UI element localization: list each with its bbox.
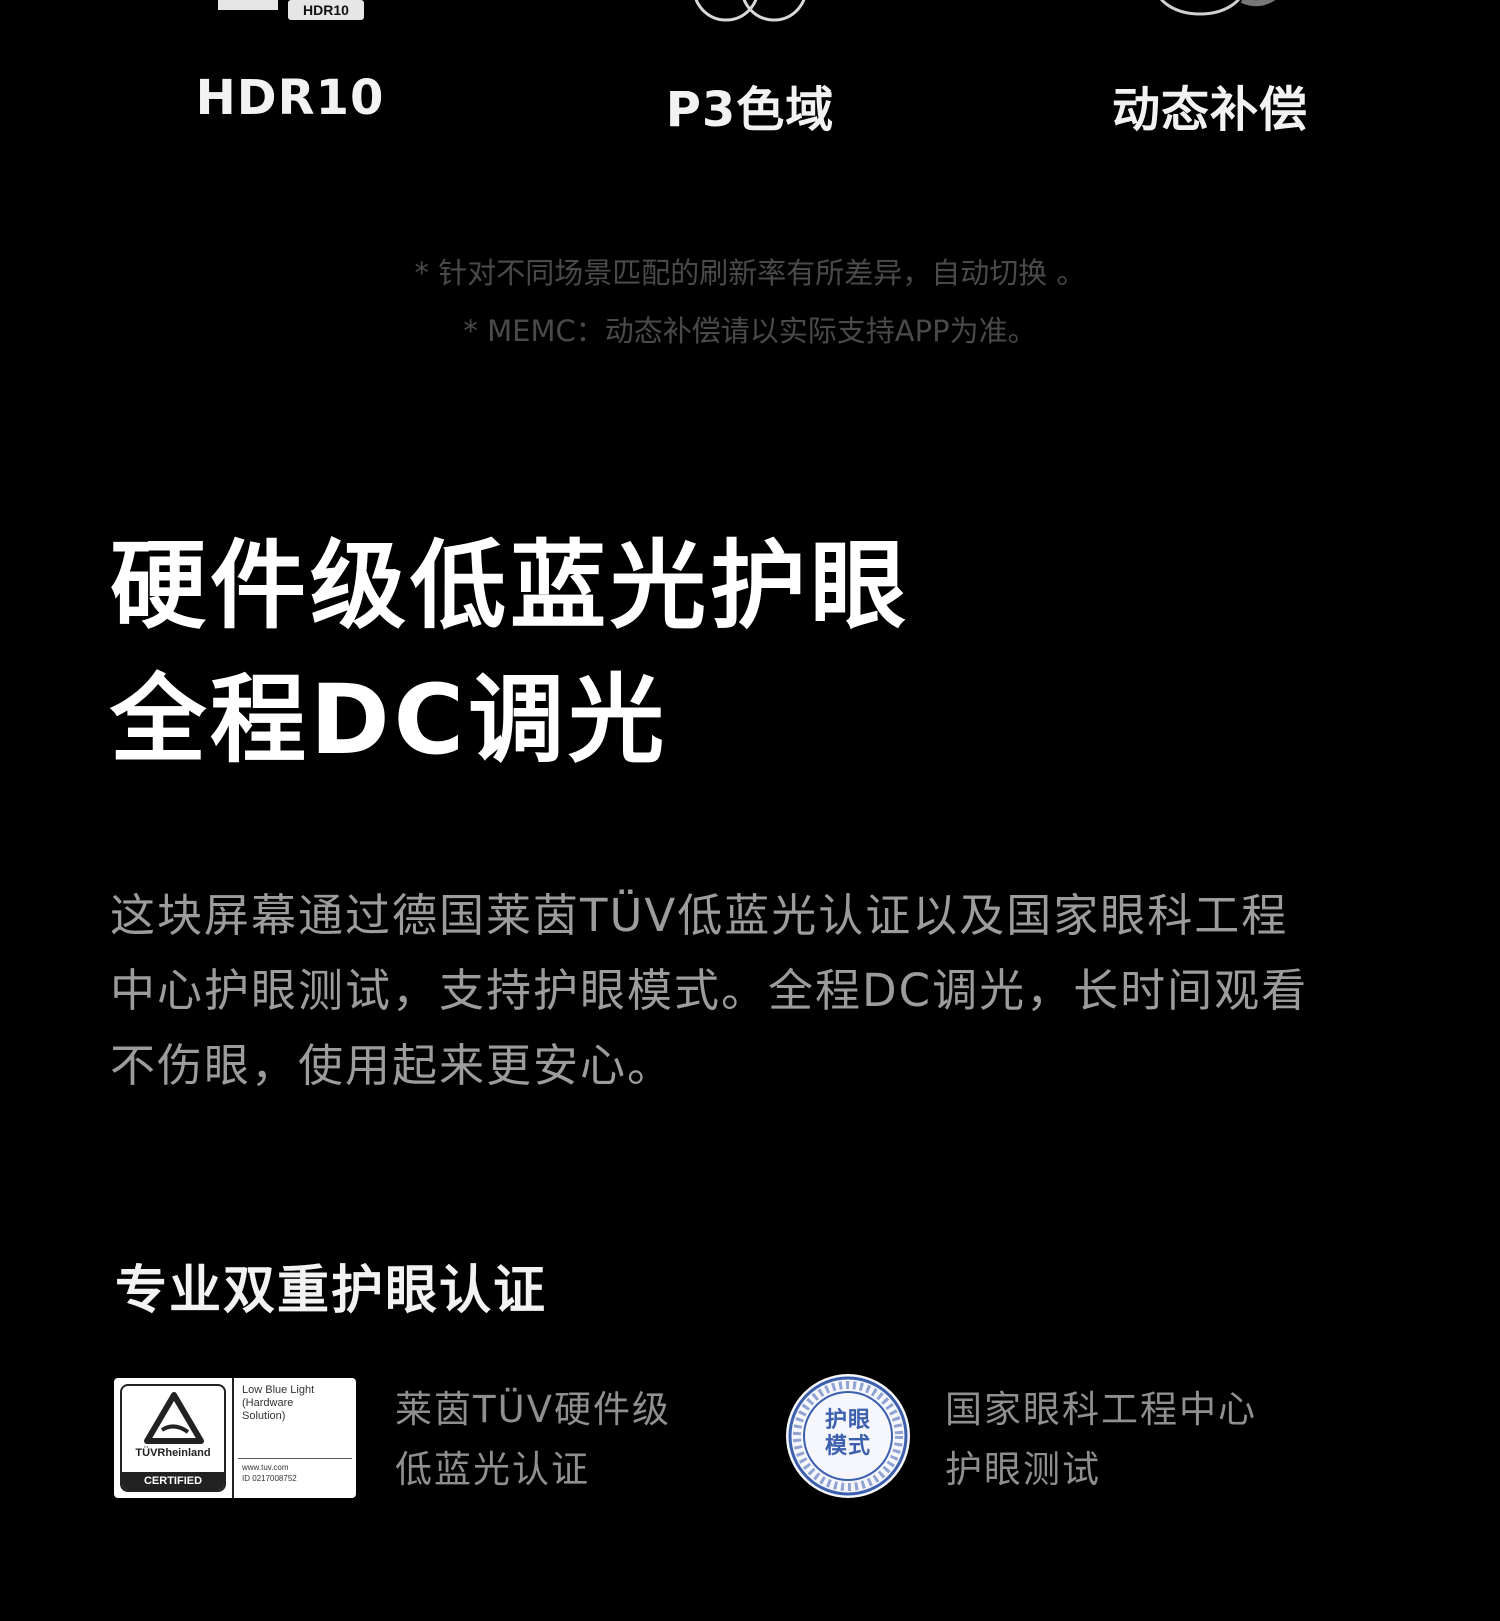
footnote-memc: * MEMC：动态补偿请以实际支持APP为准。 [463, 314, 1037, 348]
tuv-triangle-icon [144, 1392, 204, 1444]
description-line1: 这块屏幕通过德国莱茵TÜV低蓝光认证以及国家眼科工程 [110, 889, 1289, 942]
description-line3: 不伤眼，使用起来更安心。 [110, 1039, 675, 1092]
tuv-url-text: www.tuv.com [242, 1463, 289, 1472]
tuv-divider [238, 1458, 352, 1459]
seal-label-line1: 护眼 [824, 1408, 871, 1433]
headline-line2: 全程DC调光 [110, 664, 669, 776]
svg-text:HDR10: HDR10 [303, 2, 349, 18]
seal-label: 护眼 模式 [784, 1408, 912, 1460]
p3-color-gamut-icon [690, 0, 810, 24]
national-cert-line1: 国家眼科工程中心 [945, 1388, 1257, 1431]
tuv-info: Low Blue Light (Hardware Solution) www.t… [234, 1378, 356, 1498]
certification-title: 专业双重护眼认证 [115, 1261, 548, 1321]
tuv-category-line: Low Blue Light [242, 1384, 315, 1396]
tuv-logo: TÜVRheinland CERTIFIED [114, 1378, 234, 1498]
tuv-category-line: Solution) [242, 1410, 286, 1422]
eye-protection-seal-icon: 护眼 模式 [784, 1372, 912, 1500]
tuv-brand-text: TÜVRheinland [135, 1447, 211, 1459]
seal-label-line2: 模式 [824, 1434, 871, 1459]
description-line2: 中心护眼测试，支持护眼模式。全程DC调光，长时间观看 [110, 964, 1309, 1017]
footnote-refresh-rate: * 针对不同场景匹配的刷新率有所差异，自动切换 。 [414, 256, 1086, 290]
national-cert-text: 国家眼科工程中心 护眼测试 [945, 1380, 1257, 1500]
tuv-cert-line2: 低蓝光认证 [395, 1448, 590, 1491]
description: 这块屏幕通过德国莱茵TÜV低蓝光认证以及国家眼科工程 中心护眼测试，支持护眼模式… [110, 878, 1400, 1103]
hdr10-icon: HDR10 [218, 0, 364, 22]
tuv-cert-line1: 莱茵TÜV硬件级 [395, 1388, 671, 1431]
tuv-cert-text: 莱茵TÜV硬件级 低蓝光认证 [395, 1380, 671, 1500]
tuv-category: Low Blue Light (Hardware Solution) [242, 1384, 314, 1423]
headline-line1: 硬件级低蓝光护眼 [110, 530, 910, 642]
feature-label-memc: 动态补偿 [1111, 82, 1308, 138]
feature-label-hdr10: HDR10 [195, 70, 385, 126]
motion-compensation-icon [1150, 0, 1280, 18]
feature-label-p3: P3色域 [665, 82, 835, 138]
tuv-category-line: (Hardware [242, 1397, 294, 1409]
national-cert-line2: 护眼测试 [945, 1448, 1101, 1491]
tuv-rheinland-badge: TÜVRheinland CERTIFIED Low Blue Light (H… [114, 1378, 356, 1498]
tuv-url: www.tuv.com ID 0217008752 [242, 1462, 297, 1484]
tuv-certified-label: CERTIFIED [122, 1472, 224, 1490]
tuv-id-text: ID 0217008752 [242, 1474, 297, 1483]
